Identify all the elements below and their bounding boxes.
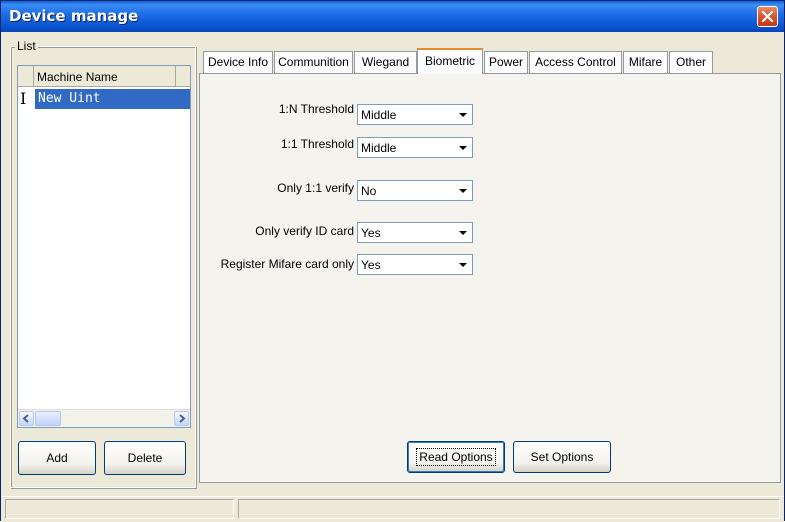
- set-options-button[interactable]: Set Options: [513, 441, 611, 473]
- chevron-down-icon[interactable]: [455, 182, 471, 199]
- tab-wiegand[interactable]: Wiegand: [354, 51, 417, 73]
- list-group-label: List: [15, 39, 38, 53]
- chevron-down-icon[interactable]: [455, 139, 471, 156]
- tab-access-control[interactable]: Access Control: [529, 51, 622, 73]
- scroll-right-button[interactable]: [174, 411, 189, 426]
- chevron-right-icon: [179, 414, 186, 423]
- list-header-filler: [176, 66, 190, 87]
- one-to-one-threshold-label: 1:1 Threshold: [280, 137, 354, 151]
- add-button[interactable]: Add: [18, 441, 96, 475]
- close-icon: [761, 10, 774, 23]
- delete-button[interactable]: Delete: [104, 441, 186, 475]
- title-bar[interactable]: Device manage: [1, 1, 784, 32]
- list-item[interactable]: I New Uint: [18, 89, 190, 109]
- machine-name-column-header[interactable]: Machine Name: [34, 66, 176, 87]
- chevron-down-icon[interactable]: [455, 256, 471, 273]
- only-verify-id-card-value: Yes: [361, 226, 381, 240]
- one-to-one-threshold-select[interactable]: Middle: [357, 137, 473, 158]
- window-title: Device manage: [9, 7, 139, 25]
- tab-biometric[interactable]: Biometric: [417, 48, 483, 74]
- status-panel-right: [238, 499, 780, 519]
- status-panel-left: [5, 499, 234, 519]
- status-bar: [1, 496, 784, 522]
- row-indicator: I: [20, 89, 27, 108]
- one-to-n-threshold-select[interactable]: Middle: [357, 104, 473, 125]
- close-button[interactable]: [757, 6, 778, 27]
- chevron-left-icon: [22, 414, 29, 423]
- tab-device-info[interactable]: Device Info: [203, 51, 273, 73]
- list-header: Machine Name: [18, 66, 190, 88]
- tab-other[interactable]: Other: [669, 51, 713, 73]
- horizontal-scrollbar[interactable]: [18, 409, 190, 427]
- machine-list[interactable]: Machine Name I New Uint: [17, 65, 191, 428]
- tab-communition[interactable]: Communition: [274, 51, 353, 73]
- machine-name-cell[interactable]: New Uint: [35, 89, 190, 109]
- read-options-button[interactable]: Read Options: [407, 441, 505, 473]
- register-mifare-card-only-select[interactable]: Yes: [357, 254, 473, 275]
- register-mifare-card-only-label: Register Mifare card only: [220, 257, 354, 271]
- only-verify-id-card-label: Only verify ID card: [255, 224, 354, 238]
- scroll-thumb[interactable]: [35, 411, 61, 426]
- only-one-to-one-verify-value: No: [361, 184, 377, 198]
- biometric-tab-panel: 1:N Threshold Middle 1:1 Threshold Middl…: [199, 73, 781, 483]
- scroll-left-button[interactable]: [19, 411, 34, 426]
- read-options-label: Read Options: [416, 448, 496, 466]
- list-header-indicator: [18, 66, 34, 87]
- only-one-to-one-verify-label: Only 1:1 verify: [277, 181, 354, 195]
- only-one-to-one-verify-select[interactable]: No: [357, 180, 473, 201]
- one-to-n-threshold-label: 1:N Threshold: [278, 102, 354, 116]
- one-to-n-threshold-value: Middle: [361, 108, 397, 122]
- device-manage-window: Device manage List Machine Name I New Ui…: [0, 0, 785, 522]
- tab-power[interactable]: Power: [484, 51, 528, 73]
- chevron-down-icon[interactable]: [455, 224, 471, 241]
- register-mifare-card-only-value: Yes: [361, 258, 381, 272]
- only-verify-id-card-select[interactable]: Yes: [357, 222, 473, 243]
- chevron-down-icon[interactable]: [455, 106, 471, 123]
- one-to-one-threshold-value: Middle: [361, 141, 397, 155]
- tab-mifare[interactable]: Mifare: [623, 51, 668, 73]
